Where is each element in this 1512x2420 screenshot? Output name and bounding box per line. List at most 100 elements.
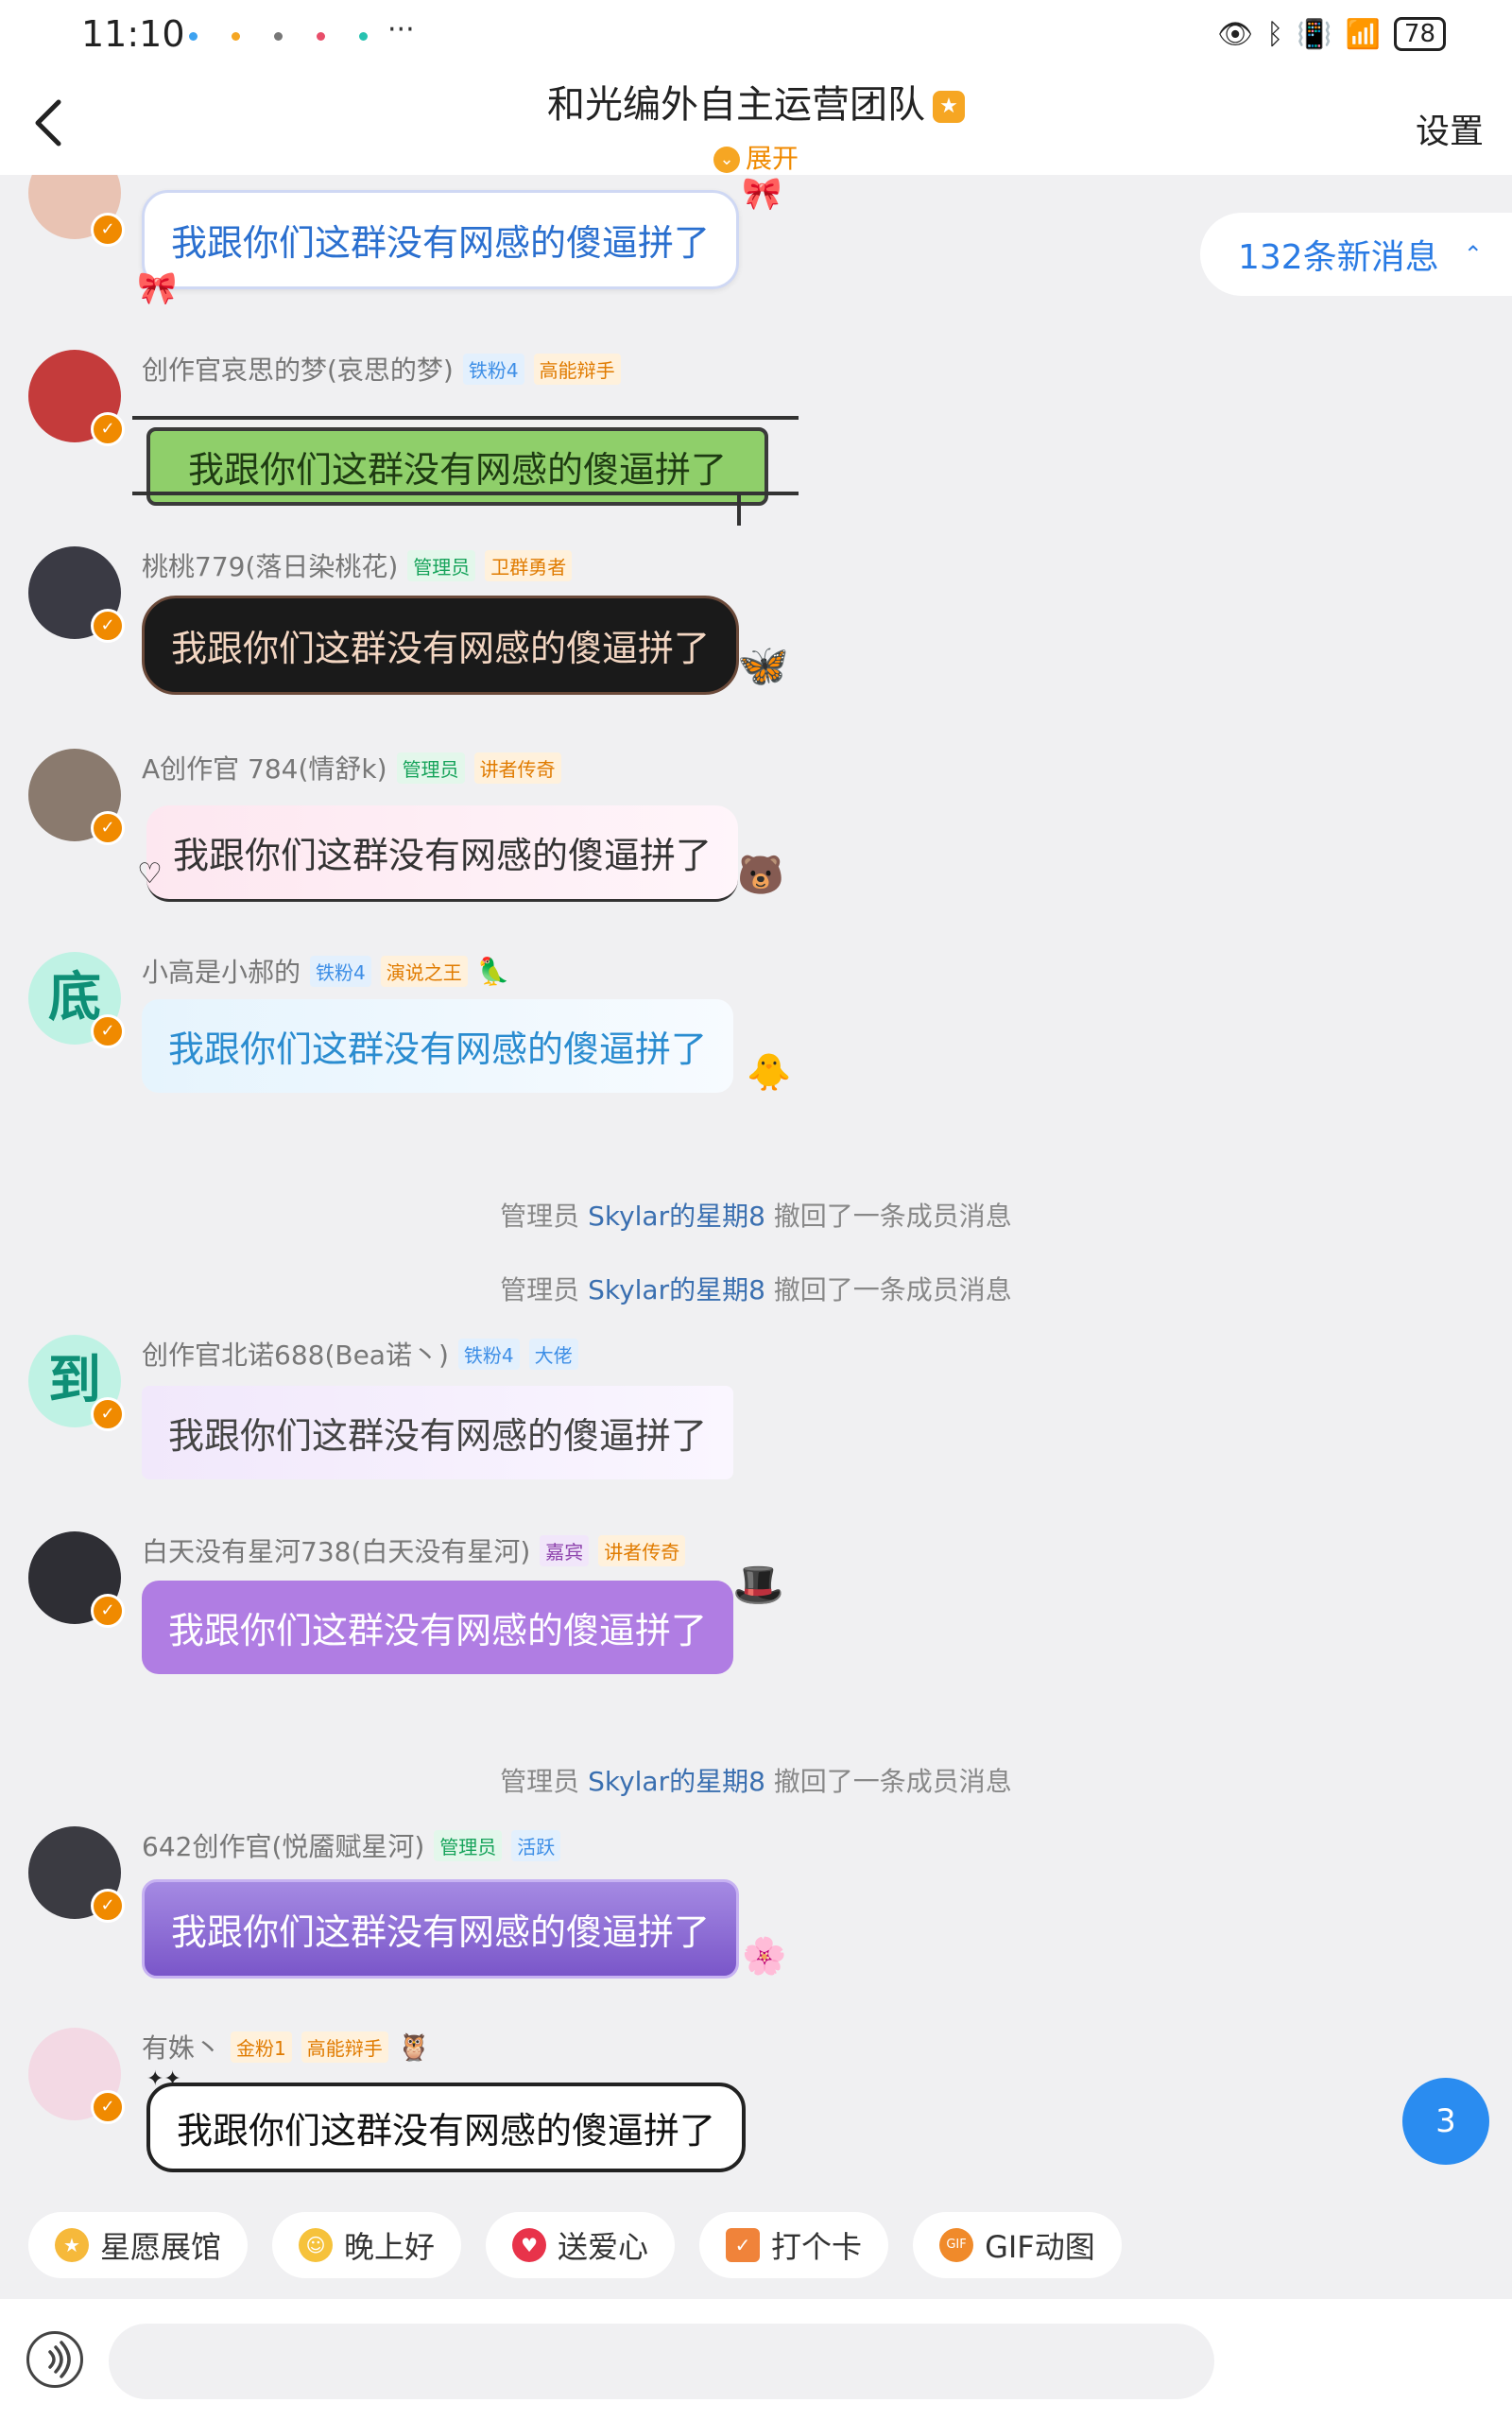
honor-tag: 高能辩手 (533, 353, 621, 385)
message-bubble[interactable]: 我跟你们这群没有网感的傻逼拼了 (142, 1386, 734, 1479)
notification-dot (274, 32, 283, 41)
message-bubble[interactable]: 我跟你们这群没有网感的傻逼拼了 (146, 805, 739, 902)
system-notice: 管理员 Skylar的星期8 撤回了一条成员消息 (500, 1274, 1012, 1305)
sender-info: 642创作官(悦靥赋星河) 管理员 活跃 (142, 1826, 561, 1864)
heart-icon: ♡ (137, 857, 163, 890)
settings-button[interactable]: 设置 (1416, 104, 1484, 153)
notification-dot (189, 32, 198, 41)
notification-dot (359, 32, 368, 41)
sender-info: 有姝丶 金粉1 高能辩手 🦉 (142, 2028, 431, 2066)
fan-level-tag: 铁粉4 (457, 1338, 520, 1370)
voice-input-icon[interactable] (26, 2331, 83, 2388)
sender-name: 小高是小郝的 (142, 957, 301, 988)
bow-icon: 🎀 (742, 175, 782, 213)
quick-action-good-evening[interactable]: ☺ 晚上好 (272, 2212, 462, 2278)
admin-name-link[interactable]: Skylar的星期8 (588, 1274, 765, 1305)
sign-frame-top (132, 416, 799, 420)
admin-name-link[interactable]: Skylar的星期8 (588, 1201, 765, 1232)
verified-badge-icon: ✓ (91, 1397, 125, 1431)
vibrate-icon: 📳 (1297, 17, 1332, 51)
admin-tag: 管理员 (396, 752, 465, 784)
quick-action-star-gallery[interactable]: ★ 星愿展馆 (28, 2212, 249, 2278)
message-bubble[interactable]: 我跟你们这群没有网感的傻逼拼了 (142, 190, 740, 289)
notification-dot (317, 32, 325, 41)
verified-badge-icon: ✓ (91, 1889, 125, 1923)
verified-badge-icon: ✓ (91, 412, 125, 446)
smile-star-icon: ☺ (299, 2228, 334, 2262)
new-messages-label: 132条新消息 (1238, 238, 1439, 277)
sender-info: 创作官北诺688(Bea诺丶) 铁粉4 大佬 (142, 1335, 578, 1373)
sender-name: 桃桃779(落日染桃花) (142, 551, 399, 582)
parrot-icon: 🦜 (476, 955, 510, 987)
message-bubble[interactable]: 我跟你们这群没有网感的傻逼拼了 (142, 1879, 740, 1979)
system-notice: 管理员 Skylar的星期8 撤回了一条成员消息 (500, 1201, 1012, 1232)
sender-name: 创作官北诺688(Bea诺丶) (142, 1340, 449, 1371)
unread-count-badge[interactable]: 3 (1402, 2078, 1489, 2165)
bow-icon: 🎀 (137, 269, 178, 307)
guest-tag: 嘉宾 (540, 1534, 590, 1566)
battery-indicator: 78 (1393, 17, 1446, 51)
sender-info: 小高是小郝的 铁粉4 演说之王 🦜 (142, 952, 510, 990)
sign-frame-bottom (132, 492, 799, 495)
expand-toggle[interactable]: ⌄ 展开 (0, 138, 1512, 176)
sender-info: 创作官哀思的梦(哀思的梦) 铁粉4 高能辩手 (142, 350, 621, 388)
chat-message-list[interactable]: ✓ 我跟你们这群没有网感的傻逼拼了 🎀 🎀 ✓ 创作官哀思的梦(哀思的梦) 铁粉… (0, 175, 1512, 2179)
admin-tag: 管理员 (434, 1829, 503, 1861)
status-icons: 👁 ᛒ 📳 📶 78 (1217, 17, 1446, 51)
sender-name: 白天没有星河738(白天没有星河) (142, 1536, 531, 1567)
chevron-up-icon: ⌃ (1463, 241, 1483, 268)
verified-badge-icon: ✓ (91, 213, 125, 247)
verified-badge-icon: ✓ (91, 609, 125, 643)
owl-icon: 🦉 (397, 2031, 431, 2063)
message-input[interactable] (109, 2324, 1214, 2399)
new-messages-button[interactable]: 132条新消息 ⌃ (1200, 213, 1512, 296)
sound-wave-icon (48, 2341, 71, 2378)
honor-tag: 大佬 (528, 1338, 578, 1370)
quick-action-gif[interactable]: GIF GIF动图 (913, 2212, 1122, 2278)
sender-name: A创作官 784(情舒k) (142, 753, 387, 785)
sign-post (737, 492, 741, 526)
sender-info: A创作官 784(情舒k) 管理员 讲者传奇 (142, 749, 561, 786)
eye-icon: 👁 (1217, 17, 1254, 51)
fan-level-tag: 铁粉4 (462, 353, 524, 385)
heart-icon: ♥ (512, 2228, 547, 2262)
system-notice: 管理员 Skylar的星期8 撤回了一条成员消息 (500, 1766, 1012, 1797)
honor-tag: 讲者传奇 (473, 752, 561, 784)
honor-tag: 演说之王 (380, 955, 468, 987)
quick-action-send-love[interactable]: ♥ 送爱心 (486, 2212, 676, 2278)
sender-info: 白天没有星河738(白天没有星河) 嘉宾 讲者传奇 (142, 1531, 686, 1569)
sender-name: 有姝丶 (142, 2032, 222, 2064)
honor-tag: 讲者传奇 (598, 1534, 686, 1566)
more-notifications: ··· (387, 13, 415, 46)
bear-sticker-icon: 🐻 (737, 854, 784, 897)
fan-level-tag: 金粉1 (231, 2031, 292, 2063)
group-title[interactable]: 和光编外自主运营团队 ★ (0, 74, 1512, 129)
sender-name: 创作官哀思的梦(哀思的梦) (142, 354, 454, 386)
honor-tag: 卫群勇者 (485, 549, 573, 581)
admin-name-link[interactable]: Skylar的星期8 (588, 1766, 765, 1797)
wifi-icon: 📶 (1345, 17, 1381, 51)
verified-badge-icon: ✓ (91, 2090, 125, 2124)
gif-icon: GIF (939, 2228, 974, 2262)
quick-action-check-in[interactable]: ✓ 打个卡 (699, 2212, 889, 2278)
fan-level-tag: 铁粉4 (310, 955, 371, 987)
message-bubble[interactable]: 我跟你们这群没有网感的傻逼拼了 (142, 596, 740, 695)
crown-badge-icon: ★ (933, 91, 965, 123)
admin-tag: 管理员 (407, 549, 476, 581)
status-time: 11:10 (81, 13, 185, 55)
message-bubble[interactable]: 我跟你们这群没有网感的傻逼拼了 (146, 2083, 747, 2172)
verified-badge-icon: ✓ (91, 1594, 125, 1628)
quick-action-bar: ★ 星愿展馆 ☺ 晚上好 ♥ 送爱心 ✓ 打个卡 GIF GIF动图 (28, 2212, 1122, 2278)
flower-icon: 🌸 (742, 1935, 787, 1977)
notification-dot (232, 32, 240, 41)
message-bubble[interactable]: 我跟你们这群没有网感的傻逼拼了 (142, 1581, 734, 1674)
bluetooth-icon: ᛒ (1266, 17, 1284, 51)
butterfly-icon: 🦋 (737, 642, 789, 690)
message-bubble[interactable]: 我跟你们这群没有网感的傻逼拼了 (142, 999, 734, 1093)
checkin-icon: ✓ (726, 2228, 761, 2262)
magic-hat-icon: 🎩 (732, 1561, 784, 1609)
sender-name: 642创作官(悦靥赋星河) (142, 1831, 425, 1862)
verified-badge-icon: ✓ (91, 811, 125, 845)
duck-sticker-icon: 🐥 (747, 1051, 792, 1093)
verified-badge-icon: ✓ (91, 1014, 125, 1048)
